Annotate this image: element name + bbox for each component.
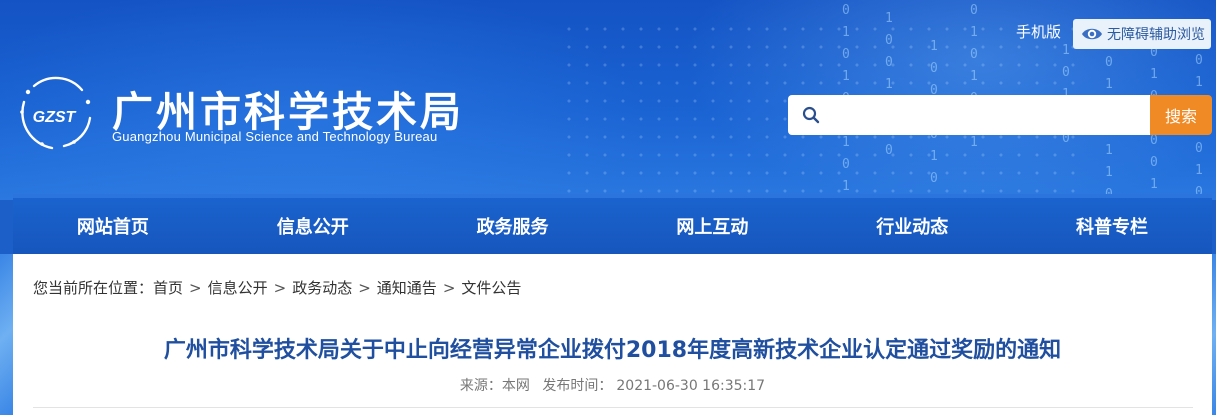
breadcrumb-item-documents[interactable]: 文件公告 [461, 277, 521, 298]
search-box [788, 95, 1150, 135]
logo-text: GZST [33, 109, 77, 126]
breadcrumb-item-info-disclosure[interactable]: 信息公开 [208, 277, 268, 298]
mobile-version-link[interactable]: 手机版 [1016, 21, 1061, 42]
nav-item-home[interactable]: 网站首页 [13, 194, 213, 254]
main-nav: 网站首页 信息公开 政务服务 网上互动 行业动态 科普专栏 [13, 194, 1212, 254]
gzst-logo-icon: GZST [20, 76, 92, 150]
nav-item-government-services[interactable]: 政务服务 [412, 194, 613, 254]
breadcrumb-separator: > [189, 278, 202, 297]
article-time-value: 2021-06-30 16:35:17 [616, 378, 766, 394]
search-button[interactable]: 搜索 [1150, 95, 1212, 135]
decorative-binary-column: 1 0 0 1 0 1 0 [885, 11, 893, 158]
accessibility-label: 无障碍辅助浏览 [1107, 27, 1205, 43]
article-content: 您当前所在位置： 首页 > 信息公开 > 政务动态 > 通知通告 > 文件公告 … [13, 254, 1212, 415]
accessibility-button[interactable]: 无障碍辅助浏览 [1073, 19, 1211, 49]
article-source: 来源：本网 [459, 378, 530, 394]
breadcrumb-item-notices[interactable]: 通知通告 [377, 277, 437, 298]
search-input[interactable] [832, 95, 1144, 135]
search-icon [802, 106, 820, 124]
nav-item-info-disclosure[interactable]: 信息公开 [212, 194, 413, 254]
left-side-background [0, 254, 13, 415]
right-side-background [1212, 254, 1216, 415]
article-title: 广州市科学技术局关于中止向经营异常企业拨付2018年度高新技术企业认定通过奖励的… [163, 338, 1062, 363]
breadcrumb-item-home[interactable]: 首页 [153, 277, 183, 298]
breadcrumb-item-government-news[interactable]: 政务动态 [292, 277, 352, 298]
breadcrumb-prefix: 您当前所在位置： [33, 279, 154, 297]
divider [33, 407, 1193, 408]
header-banner: 0 1 0 1 0 0 1 0 1 1 0 0 0 1 0 0 1 0 1 0 … [0, 0, 1216, 200]
eye-icon [1082, 28, 1102, 40]
nav-item-industry-news[interactable]: 行业动态 [812, 194, 1013, 254]
breadcrumb-separator: > [358, 278, 371, 297]
breadcrumb-separator: > [442, 278, 456, 297]
article-meta: 来源：本网 发布时间： 2021-06-30 16:35:17 [13, 375, 1212, 395]
nav-item-science-popularization[interactable]: 科普专栏 [1012, 194, 1212, 254]
nav-item-online-interaction[interactable]: 网上互动 [612, 194, 813, 254]
breadcrumb-separator: > [273, 278, 287, 297]
article-time-label: 发布时间： [542, 378, 613, 394]
site-subtitle: Guangzhou Municipal Science and Technolo… [112, 129, 438, 144]
breadcrumb: 您当前所在位置： 首页 > 信息公开 > 政务动态 > 通知通告 > 文件公告 [33, 277, 521, 298]
